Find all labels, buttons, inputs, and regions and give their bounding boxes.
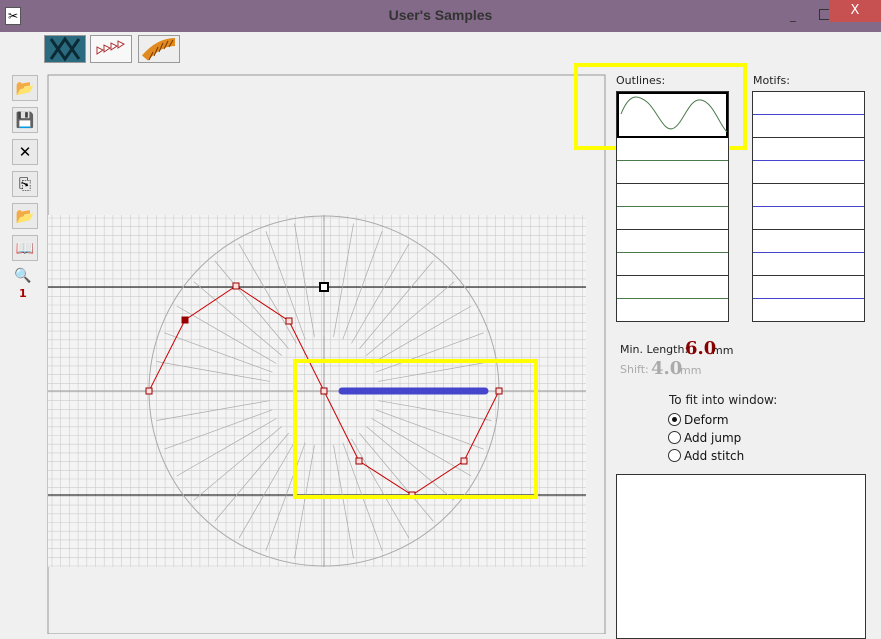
- motifs-list[interactable]: [752, 91, 865, 322]
- outline-node[interactable]: [320, 387, 328, 395]
- radio-add-jump[interactable]: Add jump: [668, 431, 741, 445]
- shift-value: 4.0: [651, 358, 683, 379]
- outline-item[interactable]: [617, 230, 728, 276]
- preview-box: [616, 474, 866, 639]
- outline-node[interactable]: [285, 317, 293, 325]
- radio-label: Add stitch: [684, 449, 745, 463]
- outline-item[interactable]: [617, 184, 728, 230]
- motif-item[interactable]: [753, 276, 864, 322]
- outline-item-selected[interactable]: [617, 92, 728, 138]
- motif-item[interactable]: [753, 138, 864, 184]
- outline-node[interactable]: [495, 387, 503, 395]
- motif-item[interactable]: [753, 230, 864, 276]
- outline-item[interactable]: [617, 276, 728, 322]
- radio-label: Deform: [684, 413, 729, 427]
- radio-add-stitch[interactable]: Add stitch: [668, 449, 744, 463]
- shift-unit: mm: [680, 364, 702, 377]
- outline-node[interactable]: [460, 457, 468, 465]
- motif-item[interactable]: [753, 92, 864, 138]
- outline-node[interactable]: [232, 282, 240, 290]
- shift-label: Shift:: [620, 363, 649, 376]
- motifs-label: Motifs:: [753, 74, 790, 87]
- min-length-unit: mm: [712, 344, 734, 357]
- min-length-label: Min. Length:: [620, 343, 689, 356]
- outline-node[interactable]: [355, 457, 363, 465]
- outlines-list[interactable]: [616, 91, 729, 322]
- outline-node[interactable]: [145, 387, 153, 395]
- motif-item[interactable]: [753, 184, 864, 230]
- fit-label: To fit into window:: [669, 393, 778, 407]
- outline-node[interactable]: [181, 316, 189, 324]
- outlines-label: Outlines:: [616, 74, 666, 87]
- radio-label: Add jump: [684, 431, 742, 445]
- outline-item[interactable]: [617, 138, 728, 184]
- radio-deform[interactable]: Deform: [668, 413, 729, 427]
- anchor-handle[interactable]: [319, 282, 329, 292]
